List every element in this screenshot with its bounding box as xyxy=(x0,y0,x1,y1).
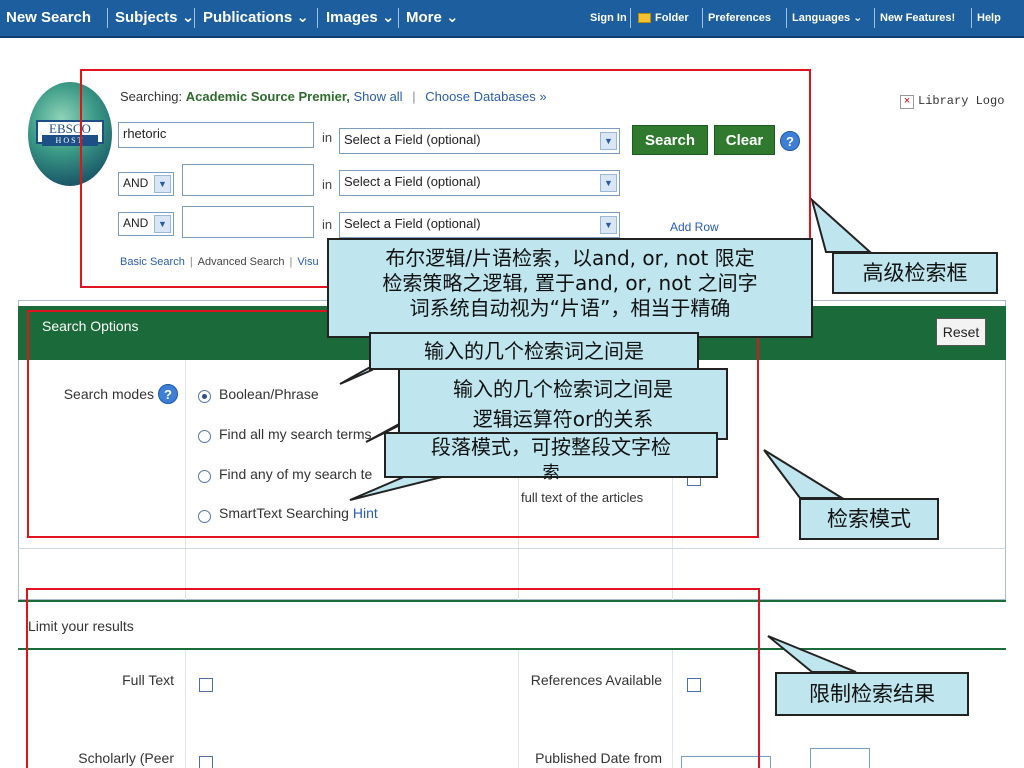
row-divider xyxy=(18,548,1006,549)
chevron-down-icon: ⌄ xyxy=(381,9,395,26)
find-any-callout: 输入的几个检索词之间是 逻辑运算符or的关系 xyxy=(398,368,728,440)
chevron-down-icon: ⌄ xyxy=(446,9,459,26)
nav-images[interactable]: Images ⌄ xyxy=(326,0,394,36)
find-all-callout: 输入的几个检索词之间是 xyxy=(369,332,699,370)
search-mode-callout: 检索模式 xyxy=(799,498,939,540)
callout-line: 索 xyxy=(542,463,560,483)
callout-line: 输入的几个检索词之间是 xyxy=(453,377,673,401)
smarttext-callout: 段落模式，可按整段文字检 索 xyxy=(384,432,718,483)
nav-divider xyxy=(702,8,703,28)
nav-sign-in[interactable]: Sign In xyxy=(590,0,627,36)
library-logo: × Library Logo xyxy=(900,94,1004,109)
published-year-input[interactable] xyxy=(810,748,870,768)
boolean-mode-callout: 布尔逻辑/片语检索，以and, or, not 限定 检索策略之逻辑, 置于an… xyxy=(327,238,813,338)
nav-divider xyxy=(786,8,787,28)
nav-folder-label: Folder xyxy=(655,12,689,24)
advanced-box-callout: 高级检索框 xyxy=(832,252,998,294)
callout-line: 段落模式，可按整段文字检 xyxy=(431,435,671,459)
library-logo-text: Library Logo xyxy=(918,94,1005,108)
nav-divider xyxy=(630,8,631,28)
chevron-down-icon: ⌄ xyxy=(296,9,309,26)
nav-more[interactable]: More ⌄ xyxy=(406,0,459,36)
broken-image-icon: × xyxy=(900,95,914,109)
folder-icon xyxy=(638,13,651,24)
nav-more-label: More xyxy=(406,9,442,26)
nav-subjects-label: Subjects xyxy=(115,9,178,26)
chevron-down-icon: ⌄ xyxy=(853,12,863,24)
limit-results-callout: 限制检索结果 xyxy=(775,672,969,716)
nav-divider xyxy=(971,8,972,28)
chevron-down-icon: ⌄ xyxy=(181,9,195,26)
nav-divider xyxy=(874,8,875,28)
callout-line: 布尔逻辑/片语检索，以and, or, not 限定 xyxy=(385,246,755,270)
callout-line: 逻辑运算符or的关系 xyxy=(472,407,654,431)
nav-help[interactable]: Help xyxy=(977,0,1001,36)
nav-images-label: Images xyxy=(326,9,378,26)
nav-folder[interactable]: Folder xyxy=(638,0,689,36)
top-nav-bar: New Search Subjects ⌄ Publications ⌄ Ima… xyxy=(0,0,1024,38)
nav-new-search[interactable]: New Search xyxy=(6,0,91,36)
callout-line: 检索策略之逻辑, 置于and, or, not 之间字 xyxy=(382,271,758,295)
nav-new-features[interactable]: New Features! xyxy=(880,0,955,36)
nav-divider xyxy=(398,8,399,28)
nav-divider xyxy=(194,8,195,28)
callout-line: 词系统自动视为“片语”，相当于精确 xyxy=(409,296,731,320)
reset-button[interactable]: Reset xyxy=(936,318,986,346)
nav-divider xyxy=(107,8,108,28)
nav-divider xyxy=(317,8,318,28)
limit-results-highlight xyxy=(26,588,760,768)
nav-preferences[interactable]: Preferences xyxy=(708,0,771,36)
nav-languages[interactable]: Languages ⌄ xyxy=(792,0,862,36)
callout-pointer xyxy=(810,197,873,253)
nav-publications[interactable]: Publications ⌄ xyxy=(203,0,309,36)
nav-subjects[interactable]: Subjects ⌄ xyxy=(115,0,194,36)
nav-languages-label: Languages xyxy=(792,12,851,24)
nav-publications-label: Publications xyxy=(203,9,293,26)
